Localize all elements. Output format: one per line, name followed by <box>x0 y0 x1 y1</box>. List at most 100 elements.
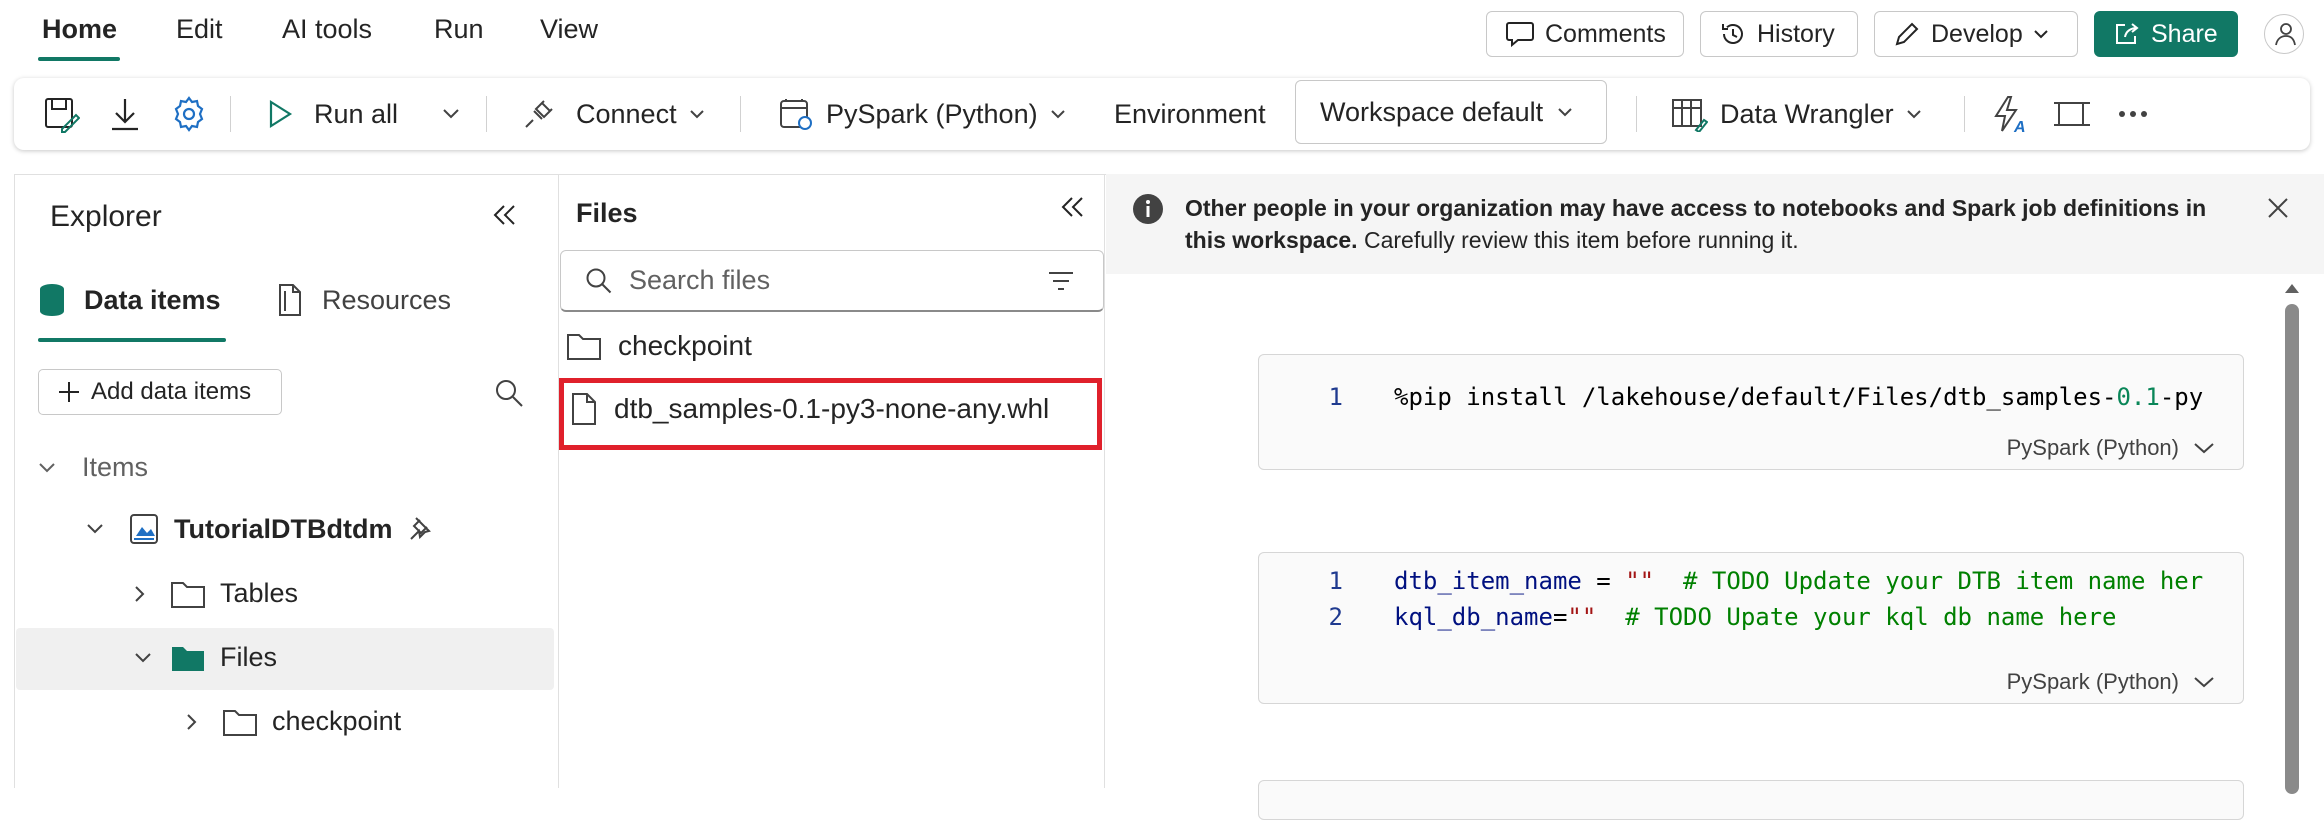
info-icon <box>1132 193 1164 225</box>
tree-checkpoint[interactable]: checkpoint <box>186 706 401 737</box>
connect-label: Connect <box>576 98 677 129</box>
menu-tab-ai-tools[interactable]: AI tools <box>282 14 372 45</box>
code-line[interactable]: kql_db_name="" # TODO Upate your kql db … <box>1394 603 2117 631</box>
toolbar-separator <box>1636 96 1637 132</box>
tab-resources-label: Resources <box>322 284 452 315</box>
history-button[interactable]: History <box>1700 11 1858 57</box>
line-number: 1 <box>1328 383 1343 411</box>
cell-language-label: PySpark (Python) <box>2006 435 2179 460</box>
run-all-dropdown[interactable] <box>442 78 460 150</box>
lightning-ai-icon: A <box>1990 94 2028 134</box>
tab-data-items-label: Data items <box>84 284 221 315</box>
frame-icon <box>2052 98 2090 130</box>
code-line[interactable]: dtb_item_name = "" # TODO Update your DT… <box>1394 567 2203 595</box>
share-button[interactable]: Share <box>2094 11 2238 57</box>
notebook-scrollbar[interactable] <box>2282 282 2302 794</box>
language-label: PySpark (Python) <box>826 98 1038 129</box>
data-wrangler-button[interactable]: Data Wrangler <box>1670 78 1922 150</box>
more-options-button[interactable] <box>2118 78 2148 150</box>
tree-items-header[interactable]: Items <box>38 452 148 483</box>
develop-button[interactable]: Develop <box>1874 11 2078 57</box>
collapse-files-button[interactable] <box>1060 194 1086 220</box>
files-panel-title: Files <box>576 198 638 228</box>
plug-icon <box>522 97 556 131</box>
search-explorer-button[interactable] <box>494 378 524 408</box>
line-number: 2 <box>1328 603 1343 631</box>
full-screen-button[interactable] <box>2052 78 2090 150</box>
share-icon <box>2113 21 2141 47</box>
folder-icon <box>222 707 258 737</box>
code-cell-1[interactable]: 1 %pip install /lakehouse/default/Files/… <box>1258 354 2244 470</box>
collapse-explorer-button[interactable] <box>492 202 518 228</box>
chevron-down-icon <box>442 108 460 120</box>
language-selector[interactable]: PySpark (Python) <box>778 78 1066 150</box>
chevron-down-icon <box>2033 29 2049 39</box>
lakehouse-name: TutorialDTBdtdm <box>174 513 393 544</box>
connect-button[interactable]: Connect <box>522 78 705 150</box>
code-token: # TODO Upate your kql db name here <box>1625 603 2117 631</box>
tab-resources[interactable]: Resources <box>276 283 451 317</box>
chevron-right-icon <box>186 713 198 731</box>
info-message-text: Other people in your organization may ha… <box>1185 192 2245 256</box>
code-line[interactable]: %pip install /lakehouse/default/Files/dt… <box>1394 383 2203 411</box>
filter-icon[interactable] <box>1047 270 1075 292</box>
cell-language-dropdown[interactable]: PySpark (Python) <box>2007 669 2215 695</box>
save-notebook-button[interactable] <box>42 78 80 150</box>
cell-language-dropdown[interactable]: PySpark (Python) <box>2007 435 2215 461</box>
chevron-down-icon <box>38 462 56 474</box>
code-cell-2[interactable]: 1 dtb_item_name = "" # TODO Update your … <box>1258 552 2244 704</box>
pyspark-icon <box>778 96 814 132</box>
info-message-rest: Carefully review this item before runnin… <box>1357 227 1799 253</box>
toolbar-separator <box>740 96 741 132</box>
code-token: -py <box>2159 383 2204 411</box>
tree-items-label: Items <box>82 452 149 482</box>
menu-tab-edit[interactable]: Edit <box>176 14 223 45</box>
code-cell-3[interactable] <box>1258 780 2244 820</box>
tab-active-underline <box>38 338 226 342</box>
code-token: # TODO Update your DTB item name her <box>1683 567 2204 595</box>
menu-tab-run[interactable]: Run <box>434 14 484 45</box>
tree-files[interactable]: Files <box>134 642 277 673</box>
database-icon <box>38 283 66 317</box>
notebook-save-icon <box>42 95 80 133</box>
tab-data-items[interactable]: Data items <box>38 283 221 317</box>
download-button[interactable] <box>108 78 142 150</box>
panel-top-border <box>14 174 1106 175</box>
code-token: = <box>1581 567 1626 595</box>
scrollbar-thumb[interactable] <box>2285 304 2299 794</box>
search-files-placeholder: Search files <box>629 265 771 295</box>
menu-tab-home[interactable]: Home <box>42 14 117 45</box>
tree-tables[interactable]: Tables <box>134 578 298 609</box>
chevron-down-icon <box>86 523 104 535</box>
file-entry-checkpoint[interactable]: checkpoint <box>566 330 752 362</box>
environment-dropdown[interactable]: Workspace default <box>1295 80 1607 144</box>
folder-filled-icon <box>170 643 206 673</box>
comments-button[interactable]: Comments <box>1486 11 1684 57</box>
environment-label: Environment <box>1114 98 1266 129</box>
tree-lakehouse[interactable]: TutorialDTBdtdm <box>86 512 432 546</box>
menu-tab-view[interactable]: View <box>540 14 598 45</box>
explorer-title: Explorer <box>50 200 162 233</box>
double-chevron-left-icon <box>492 202 518 228</box>
plus-icon <box>57 380 81 404</box>
explorer-left-border <box>14 174 15 788</box>
code-token: "" <box>1625 567 1655 595</box>
share-label: Share <box>2151 19 2218 48</box>
settings-button[interactable] <box>170 78 208 150</box>
search-files-input[interactable]: Search files <box>560 250 1104 312</box>
chevron-down-icon <box>134 652 152 664</box>
add-data-items-button[interactable]: Add data items <box>38 369 282 415</box>
history-icon <box>1719 20 1747 48</box>
dismiss-info-button[interactable] <box>2266 196 2290 220</box>
scroll-up-arrow-icon[interactable] <box>2284 282 2300 294</box>
copilot-ai-button[interactable]: A <box>1990 78 2028 150</box>
comments-label: Comments <box>1545 19 1666 48</box>
person-icon <box>2271 21 2297 47</box>
run-all-button[interactable]: Run all <box>266 78 398 150</box>
account-avatar[interactable] <box>2264 14 2304 54</box>
tree-checkpoint-label: checkpoint <box>272 706 402 736</box>
pin-icon[interactable] <box>406 515 432 543</box>
chevron-down-icon <box>2193 676 2215 688</box>
